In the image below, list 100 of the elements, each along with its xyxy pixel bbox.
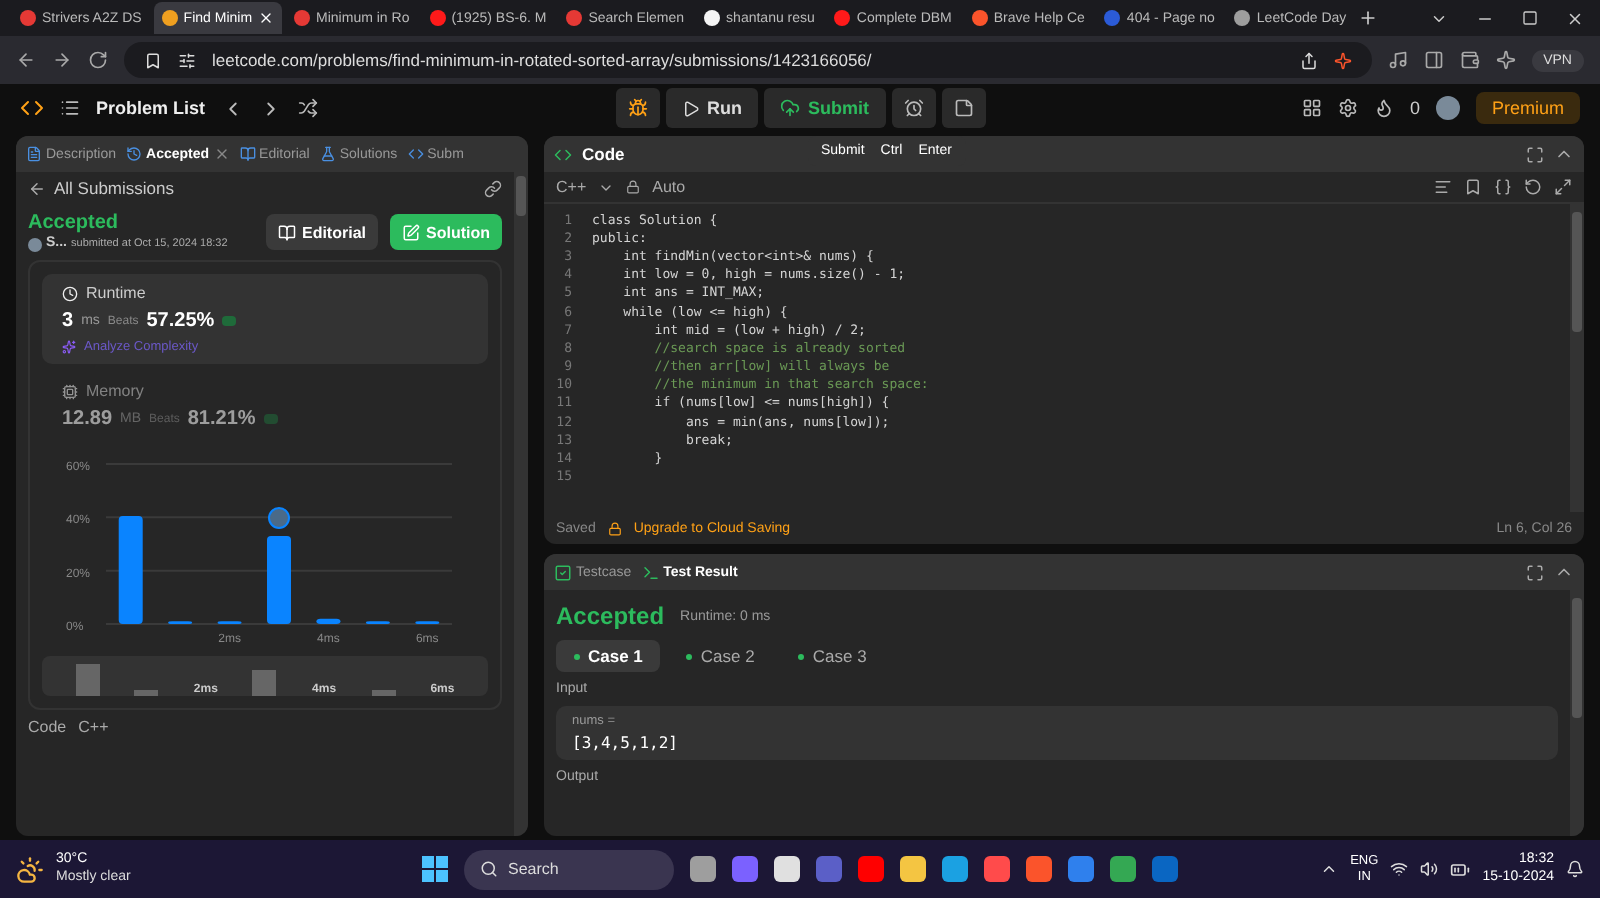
memory-value: 12.89: [62, 408, 113, 431]
fullscreen-icon[interactable]: [1526, 145, 1544, 163]
flame-icon: [1373, 98, 1394, 118]
code-label: Code: [28, 718, 67, 737]
tab-icon: [239, 146, 256, 162]
streak-count: 0: [1409, 98, 1420, 118]
bug-icon: [627, 98, 647, 118]
beats-value: 57.25%: [146, 310, 215, 333]
back-arrow-icon[interactable]: [28, 179, 46, 197]
search-field[interactable]: Search: [464, 849, 674, 889]
list-icon: [60, 98, 80, 118]
tab-icon: [26, 146, 42, 162]
new-tab-icon[interactable]: [1358, 8, 1379, 28]
format-icon[interactable]: [1434, 178, 1452, 196]
scrollbar[interactable]: [1570, 204, 1584, 512]
case-tab[interactable]: Case 1: [556, 640, 661, 672]
site-settings-icon: [178, 51, 196, 69]
chip-icon: [62, 383, 78, 400]
scrollbar[interactable]: [1570, 590, 1584, 836]
windows-start-icon[interactable]: [422, 856, 448, 882]
sidebar-icon[interactable]: [1423, 50, 1444, 70]
close-icon[interactable]: [1566, 9, 1584, 27]
reset-icon[interactable]: [1524, 178, 1542, 196]
search-icon: [480, 860, 498, 878]
app-icon[interactable]: [690, 856, 716, 882]
panel-title: Code: [582, 144, 625, 164]
problem-list-link[interactable]: Problem List: [96, 98, 206, 118]
tab-icon: [554, 563, 572, 581]
back-icon[interactable]: [16, 50, 36, 70]
reload-icon[interactable]: [88, 50, 108, 70]
upload-icon: [780, 98, 800, 118]
badge-icon: [222, 316, 237, 327]
memory-title: Memory: [86, 382, 144, 401]
mode-label: Auto: [652, 178, 686, 196]
shuffle-icon[interactable]: [297, 98, 318, 118]
premium-button[interactable]: Premium: [1475, 92, 1580, 124]
bookmark-icon[interactable]: [1464, 178, 1482, 196]
expand-icon[interactable]: [1554, 178, 1572, 196]
avatar[interactable]: [1435, 96, 1460, 120]
forward-icon[interactable]: [52, 50, 72, 70]
timer-button[interactable]: [891, 88, 935, 128]
run-button[interactable]: Run: [665, 88, 758, 128]
app-icon[interactable]: [900, 856, 926, 882]
status-label: Accepted: [28, 212, 119, 236]
badge-icon: [263, 414, 278, 425]
link-icon[interactable]: [484, 179, 502, 197]
settings-icon[interactable]: [1337, 98, 1358, 118]
debug-button[interactable]: [615, 88, 659, 128]
chevron-up-icon[interactable]: [1320, 860, 1339, 878]
language-label: C++: [78, 718, 109, 737]
alarm-clock-icon: [903, 98, 923, 118]
music-icon[interactable]: [1387, 50, 1408, 70]
notes-button[interactable]: [941, 88, 985, 128]
logo-icon[interactable]: [20, 96, 44, 120]
sparkles-icon: [62, 340, 76, 355]
tab-icon: [126, 146, 143, 162]
lock-icon: [607, 521, 622, 535]
tab-icon: [641, 563, 660, 581]
case-tab[interactable]: Case 2: [668, 640, 773, 672]
scrollbar[interactable]: [514, 172, 528, 836]
bell-icon[interactable]: [1566, 860, 1584, 878]
code-icon: [554, 145, 572, 163]
all-submissions-link[interactable]: All Submissions: [54, 178, 174, 198]
runtime-value: 3: [62, 310, 74, 333]
play-icon: [681, 99, 699, 117]
chart-bar: [118, 516, 143, 625]
submit-button[interactable]: Submit: [764, 88, 885, 128]
grid-icon[interactable]: [1301, 98, 1322, 118]
language-selector[interactable]: C++: [556, 178, 587, 196]
param-value: [3,4,5,1,2]: [572, 734, 680, 752]
close-icon: [258, 10, 275, 26]
sparkle-icon[interactable]: [1495, 50, 1516, 70]
wifi-icon: [1390, 860, 1409, 878]
battery-icon: [1450, 859, 1471, 879]
close-icon: [213, 146, 230, 162]
result-status: Accepted: [556, 602, 665, 630]
braces-icon[interactable]: [1494, 178, 1512, 196]
note-icon: [953, 98, 973, 118]
avatar-marker: [268, 507, 290, 530]
share-icon: [1299, 51, 1318, 69]
weather-icon: [16, 855, 44, 883]
volume-icon: [1420, 860, 1439, 878]
address-bar[interactable]: leetcode.com/problems/find-minimum-in-rotated-sorted-array/submissions/1423166056/: [124, 42, 1372, 78]
fullscreen-icon[interactable]: [1526, 563, 1544, 581]
case-tab[interactable]: Case 3: [780, 640, 885, 672]
tab-icon: [319, 146, 336, 162]
chart-bar: [267, 536, 291, 625]
tab-icon: [407, 146, 424, 162]
beats-value: 81.21%: [187, 408, 256, 431]
bookmark-icon: [144, 51, 162, 69]
app-icon[interactable]: [1110, 856, 1136, 882]
app-icon[interactable]: [942, 856, 968, 882]
wallet-icon[interactable]: [1459, 50, 1480, 70]
clock-icon: [62, 285, 78, 302]
chart-bar: [316, 619, 341, 625]
app-icon[interactable]: [774, 856, 800, 882]
book-icon: [277, 223, 296, 242]
maximize-icon[interactable]: [1522, 10, 1538, 26]
editorial-button[interactable]: Editorial: [265, 214, 378, 251]
avatar: [28, 237, 42, 252]
